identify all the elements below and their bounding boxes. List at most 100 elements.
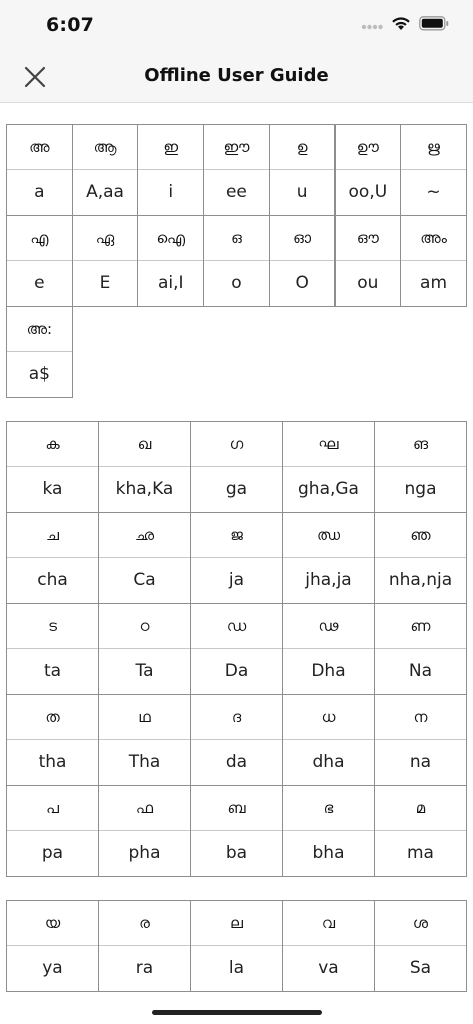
letter-cell: ഥ Tha [98, 694, 191, 786]
malayalam-letter: ഔ [335, 216, 401, 261]
status-icons [361, 16, 449, 35]
letter-cell: ല la [190, 900, 283, 992]
malayalam-letter: ഫ [99, 786, 190, 831]
letter-cell: ഠ Ta [98, 603, 191, 695]
letter-cell: അം am [400, 215, 467, 307]
transliteration: ~ [426, 182, 441, 202]
letter-cell: ട ta [6, 603, 99, 695]
malayalam-letter: ര [99, 901, 190, 946]
malayalam-letter: ണ [375, 604, 466, 649]
malayalam-letter: മ [375, 786, 466, 831]
transliteration: ou [357, 273, 379, 293]
letter-cell: ദ da [190, 694, 283, 786]
malayalam-letter: ഭ [283, 786, 374, 831]
status-time: 6:07 [46, 14, 95, 36]
malayalam-letter: ഖ [99, 422, 190, 467]
home-indicator[interactable] [152, 1010, 322, 1015]
transliteration: pha [128, 843, 161, 863]
malayalam-letter: ഏ [72, 216, 138, 261]
transliteration: Tha [128, 752, 161, 772]
malayalam-letter: ശ [375, 901, 466, 946]
letter-cell: പ pa [6, 785, 99, 877]
transliteration: Ta [135, 661, 154, 681]
letter-cell: ങ nga [374, 421, 467, 513]
letter-cell: ച cha [6, 512, 99, 604]
malayalam-letter: ഛ [99, 513, 190, 558]
malayalam-letter: അ: [7, 307, 72, 352]
transliteration: E [99, 273, 111, 293]
malayalam-letter: എ [7, 216, 72, 261]
transliteration: Sa [409, 958, 432, 978]
letter-cell: ജ ja [190, 512, 283, 604]
guide-content: അ a ആ A,aa ഇ i ഈ ee ഉ u ഊ oo,U ഋ ~ എ e ഏ E ഐ ai,I ഒ o ഓ O ഔ ou അം a… [0, 103, 473, 1001]
transliteration: pa [41, 843, 64, 863]
malayalam-letter: ഠ [99, 604, 190, 649]
transliteration: i [168, 182, 174, 202]
letter-cell: ണ Na [374, 603, 467, 695]
transliteration: jha,ja [305, 570, 352, 590]
letter-cell: ത tha [6, 694, 99, 786]
malayalam-letter: ഉ [269, 125, 335, 170]
malayalam-letter: ധ [283, 695, 374, 740]
transliteration: ga [225, 479, 248, 499]
letter-cell: ഞ nha,nja [374, 512, 467, 604]
transliteration: oo,U [348, 182, 388, 202]
letter-cell: ഋ ~ [400, 124, 467, 216]
transliteration: ba [225, 843, 248, 863]
malayalam-letter: ഐ [138, 216, 204, 261]
transliteration: ta [43, 661, 62, 681]
malayalam-letter: പ [7, 786, 98, 831]
transliteration: ka [42, 479, 63, 499]
transliteration: Ca [133, 570, 156, 590]
letter-cell: ഘ gha,Ga [282, 421, 375, 513]
letter-cell: ഔ ou [334, 215, 402, 307]
letter-cell: ന na [374, 694, 467, 786]
letter-cell: ഭ bha [282, 785, 375, 877]
malayalam-letter: ഓ [269, 216, 335, 261]
letter-cell: യ ya [6, 900, 99, 992]
malayalam-letter: ഘ [283, 422, 374, 467]
malayalam-letter: ച [7, 513, 98, 558]
transliteration: nha,nja [388, 570, 453, 590]
malayalam-letter: ഈ [204, 125, 269, 170]
transliteration: ma [407, 843, 434, 863]
transliteration: bha [312, 843, 345, 863]
letter-cell: ശ Sa [374, 900, 467, 992]
letter-cell: ആ A,aa [71, 124, 139, 216]
letter-cell: ഉu [268, 124, 336, 216]
malayalam-letter: യ [7, 901, 98, 946]
malayalam-letter: ഝ [283, 513, 374, 558]
malayalam-letter: ഢ [283, 604, 374, 649]
transliteration: da [225, 752, 248, 772]
malayalam-letter: ല [191, 901, 282, 946]
battery-icon [419, 16, 449, 35]
transliteration: dha [312, 752, 345, 772]
malayalam-letter: ങ [375, 422, 466, 467]
transliteration: Na [408, 661, 433, 681]
letter-cell: ഓO [268, 215, 336, 307]
transliteration: kha,Ka [115, 479, 174, 499]
transliteration: a$ [28, 364, 50, 384]
malayalam-letter: ബ [191, 786, 282, 831]
letter-cell: മ ma [374, 785, 467, 877]
transliteration: ra [135, 958, 154, 978]
letter-cell: ഗ ga [190, 421, 283, 513]
transliteration: o [231, 273, 242, 293]
transliteration: A,aa [86, 182, 124, 202]
transliteration: O [295, 273, 309, 293]
transliteration: nga [404, 479, 437, 499]
malayalam-letter: ഡ [191, 604, 282, 649]
malayalam-letter: ദ [191, 695, 282, 740]
wifi-icon [391, 16, 411, 35]
letter-cell: അa [6, 124, 73, 216]
page-title: Offline User Guide [144, 65, 329, 86]
letter-cell: ഝ jha,ja [282, 512, 375, 604]
malayalam-letter: ജ [191, 513, 282, 558]
malayalam-letter: ഥ [99, 695, 190, 740]
letter-cell: അ: a$ [6, 306, 73, 398]
transliteration: tha [38, 752, 67, 772]
letter-cell: ഐ ai,I [137, 215, 205, 307]
transliteration: ai,I [157, 273, 184, 293]
letter-cell: ബ ba [190, 785, 283, 877]
signal-dots-icon [361, 16, 383, 35]
